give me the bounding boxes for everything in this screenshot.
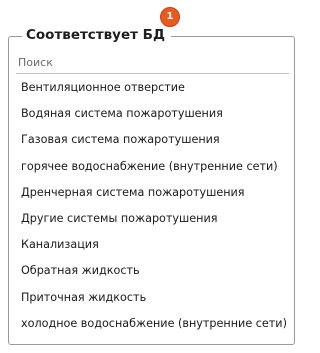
count-badge: 1 bbox=[160, 7, 180, 27]
list-item[interactable]: горячее водоснабжение (внутренние сети) bbox=[16, 154, 290, 180]
list-item[interactable]: Обратная жидкость bbox=[16, 258, 290, 284]
search-input[interactable]: Поиск bbox=[16, 54, 289, 74]
list-item[interactable]: Водяная система пожаротушения bbox=[16, 101, 290, 127]
match-db-panel: Соответствует БД 1 Поиск Вентиляционное … bbox=[0, 0, 307, 353]
list-item[interactable]: Дренчерная система пожаротушения bbox=[16, 180, 290, 206]
list-item[interactable]: Приточная жидкость bbox=[16, 285, 290, 311]
list-item[interactable]: Другие системы пожаротушения bbox=[16, 206, 290, 232]
group-title: Соответствует БД bbox=[22, 24, 171, 46]
list-item[interactable]: Вентиляционное отверстие bbox=[16, 75, 290, 101]
list-item[interactable]: Газовая система пожаротушения bbox=[16, 127, 290, 153]
list-item[interactable]: холодное водоснабжение (внутренние сети) bbox=[16, 311, 290, 337]
systems-list: Вентиляционное отверстие Водяная система… bbox=[16, 75, 290, 337]
list-item[interactable]: Канализация bbox=[16, 232, 290, 258]
group-box: Поиск Вентиляционное отверстие Водяная с… bbox=[8, 36, 295, 345]
